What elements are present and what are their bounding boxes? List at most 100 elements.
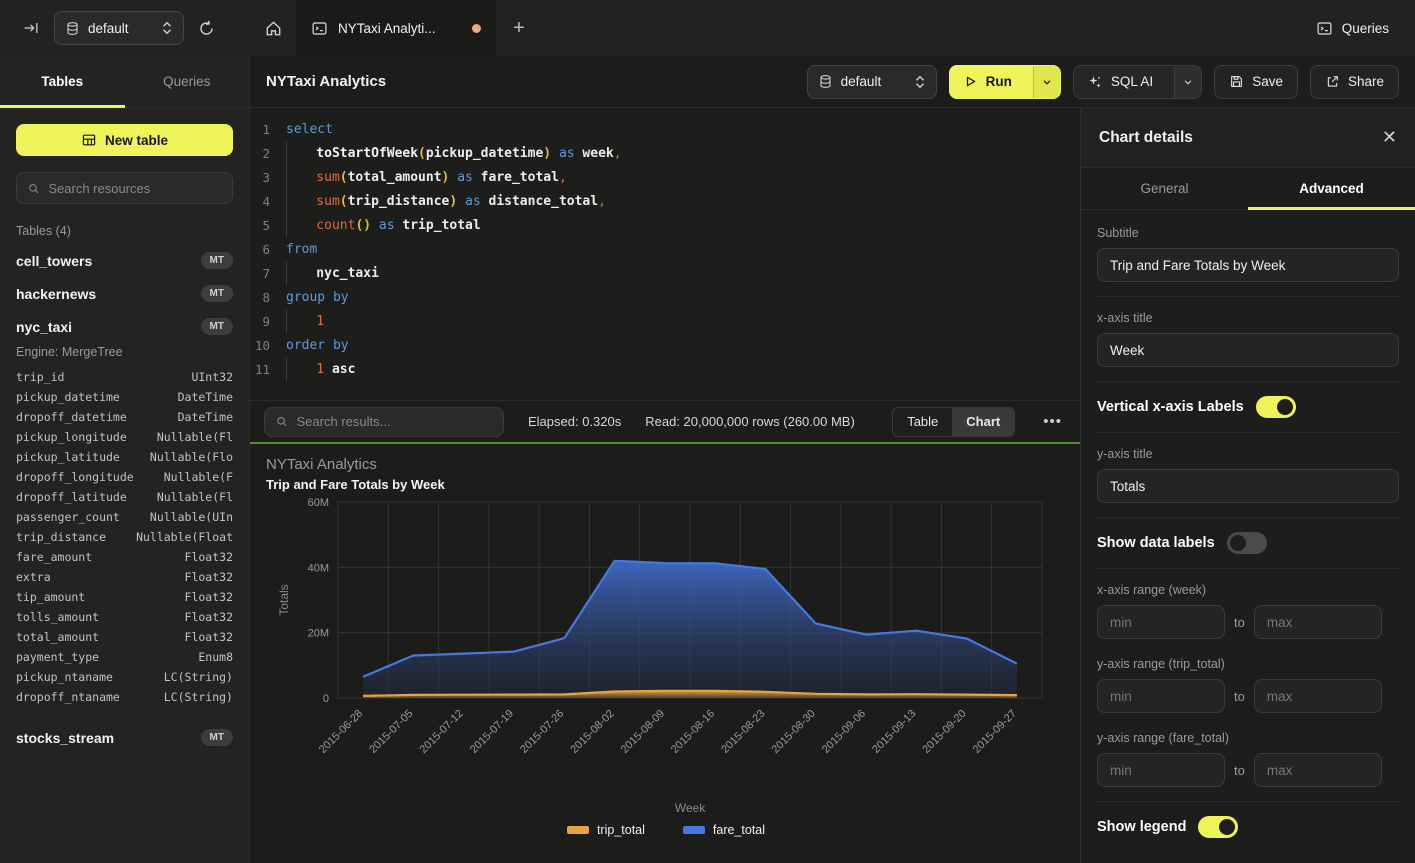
view-toggle: Table Chart xyxy=(892,407,1015,437)
close-panel-button[interactable]: ✕ xyxy=(1382,127,1397,148)
sidebar-tab-queries[interactable]: Queries xyxy=(125,56,250,107)
column-type: Float32 xyxy=(185,610,233,624)
sidebar-tab-tables[interactable]: Tables xyxy=(0,56,125,107)
results-search-input[interactable] xyxy=(297,414,493,429)
panel-tabs: General Advanced xyxy=(1081,168,1415,210)
editor-line: 10order by xyxy=(250,334,1080,358)
sidebar-tabs: Tables Queries xyxy=(0,56,249,108)
new-tab-button[interactable]: + xyxy=(496,0,542,56)
legend-item[interactable]: fare_total xyxy=(683,823,765,837)
search-icon xyxy=(27,181,40,196)
sidebar: Tables Queries New table Tables (4) cell… xyxy=(0,56,250,863)
view-option-chart[interactable]: Chart xyxy=(952,408,1014,436)
column-type: Nullable(Fl xyxy=(157,430,233,444)
column-row: fare_amountFloat32 xyxy=(16,547,233,567)
y-range-trip-max-input[interactable] xyxy=(1254,679,1382,713)
column-name: dropoff_longitude xyxy=(16,470,134,484)
run-button[interactable]: Run xyxy=(950,66,1025,98)
collapse-sidebar-button[interactable] xyxy=(18,15,44,41)
column-name: pickup_datetime xyxy=(16,390,120,404)
column-row: trip_id UInt32 xyxy=(16,367,233,387)
save-icon xyxy=(1229,74,1244,89)
run-options-button[interactable] xyxy=(1033,66,1060,98)
chart-subtitle: Trip and Fare Totals by Week xyxy=(266,477,1066,492)
panel-tab-general[interactable]: General xyxy=(1081,168,1248,209)
column-type: Float32 xyxy=(185,550,233,564)
divider xyxy=(1097,801,1399,802)
read-stat: Read: 20,000,000 rows (260.00 MB) xyxy=(645,414,855,429)
results-more-button[interactable]: ••• xyxy=(1039,413,1066,430)
column-type: DateTime xyxy=(178,390,233,404)
y-range-trip-min-input[interactable] xyxy=(1097,679,1225,713)
editor-line: 11 1 asc xyxy=(250,358,1080,382)
table-name: stocks_stream xyxy=(16,730,114,746)
table-row[interactable]: hackernews MT xyxy=(16,277,233,310)
editor-line: 1select xyxy=(250,118,1080,142)
column-name: pickup_latitude xyxy=(16,450,120,464)
chart-canvas[interactable]: 020M40M60M2015-06-282015-07-052015-07-12… xyxy=(266,496,1066,823)
save-button[interactable]: Save xyxy=(1214,65,1298,99)
table-row[interactable]: stocks_streamMT xyxy=(16,721,233,754)
y-range-fare-max-input[interactable] xyxy=(1254,753,1382,787)
new-table-button[interactable]: New table xyxy=(16,124,233,156)
x-axis-title-input[interactable] xyxy=(1097,333,1399,367)
editor-line: 8group by xyxy=(250,286,1080,310)
panel-tab-advanced[interactable]: Advanced xyxy=(1248,168,1415,209)
engine-badge: MT xyxy=(201,285,233,302)
sql-editor[interactable]: 1select2 toStartOfWeek(pickup_datetime) … xyxy=(250,108,1080,400)
y-range-fare-min-input[interactable] xyxy=(1097,753,1225,787)
divider xyxy=(1097,568,1399,569)
show-legend-row: Show legend xyxy=(1097,816,1399,838)
subtitle-input[interactable] xyxy=(1097,248,1399,282)
editor-line: 3 sum(total_amount) as fare_total, xyxy=(250,166,1080,190)
queries-button[interactable]: Queries xyxy=(1290,0,1415,56)
query-tab[interactable]: NYTaxi Analyti... xyxy=(296,0,496,56)
home-tab-button[interactable] xyxy=(250,0,296,56)
save-button-label: Save xyxy=(1252,74,1283,89)
chevron-updown-icon xyxy=(161,21,173,35)
data-labels-toggle[interactable] xyxy=(1227,532,1267,554)
x-range-label: x-axis range (week) xyxy=(1097,583,1399,597)
table-name: cell_towers xyxy=(16,253,92,269)
query-database-selector[interactable]: default xyxy=(807,65,937,99)
y-axis-title-input[interactable] xyxy=(1097,469,1399,503)
engine-badge: MT xyxy=(201,252,233,269)
column-name: trip_id xyxy=(16,370,64,384)
spacer xyxy=(16,707,233,721)
play-icon xyxy=(963,74,978,89)
table-name: hackernews xyxy=(16,286,96,302)
line-number: 4 xyxy=(250,190,286,214)
column-name: trip_distance xyxy=(16,530,106,544)
column-type: UInt32 xyxy=(191,370,233,384)
view-option-table[interactable]: Table xyxy=(893,408,952,436)
code-text: 1 asc xyxy=(286,358,355,382)
x-range-min-input[interactable] xyxy=(1097,605,1225,639)
sql-ai-options-button[interactable] xyxy=(1174,66,1201,98)
sql-ai-button-group: SQL AI xyxy=(1073,65,1202,99)
vertical-labels-toggle[interactable] xyxy=(1256,396,1296,418)
chart-region: NYTaxi Analytics Trip and Fare Totals by… xyxy=(250,444,1080,863)
panel-header: Chart details ✕ xyxy=(1081,108,1415,168)
unsaved-indicator-dot xyxy=(472,24,481,33)
column-type: Nullable(Flo xyxy=(150,450,233,464)
table-row[interactable]: cell_towers MT xyxy=(16,244,233,277)
x-range-max-input[interactable] xyxy=(1254,605,1382,639)
topbar: default NYTaxi Analyti... + Queries xyxy=(0,0,1415,56)
sql-ai-button[interactable]: SQL AI xyxy=(1074,66,1166,98)
resource-search-input[interactable] xyxy=(48,181,222,196)
line-number: 10 xyxy=(250,334,286,358)
refresh-button[interactable] xyxy=(194,16,219,41)
topbar-database-selector[interactable]: default xyxy=(54,11,184,45)
legend-item[interactable]: trip_total xyxy=(567,823,645,837)
editor-line: 2 toStartOfWeek(pickup_datetime) as week… xyxy=(250,142,1080,166)
column-name: dropoff_ntaname xyxy=(16,690,120,704)
share-button[interactable]: Share xyxy=(1310,65,1399,99)
chart-legend: trip_total fare_total xyxy=(266,823,1066,837)
table-row[interactable]: nyc_taxiMT xyxy=(16,310,233,343)
column-row: extraFloat32 xyxy=(16,567,233,587)
show-legend-toggle[interactable] xyxy=(1198,816,1238,838)
svg-text:2015-07-26: 2015-07-26 xyxy=(518,708,566,756)
legend-swatch xyxy=(567,826,589,834)
tables-list: cell_towersMThackernewsMTnyc_taxiMTEngin… xyxy=(0,244,249,754)
main-area: NYTaxi Analytics default Run xyxy=(250,56,1415,863)
